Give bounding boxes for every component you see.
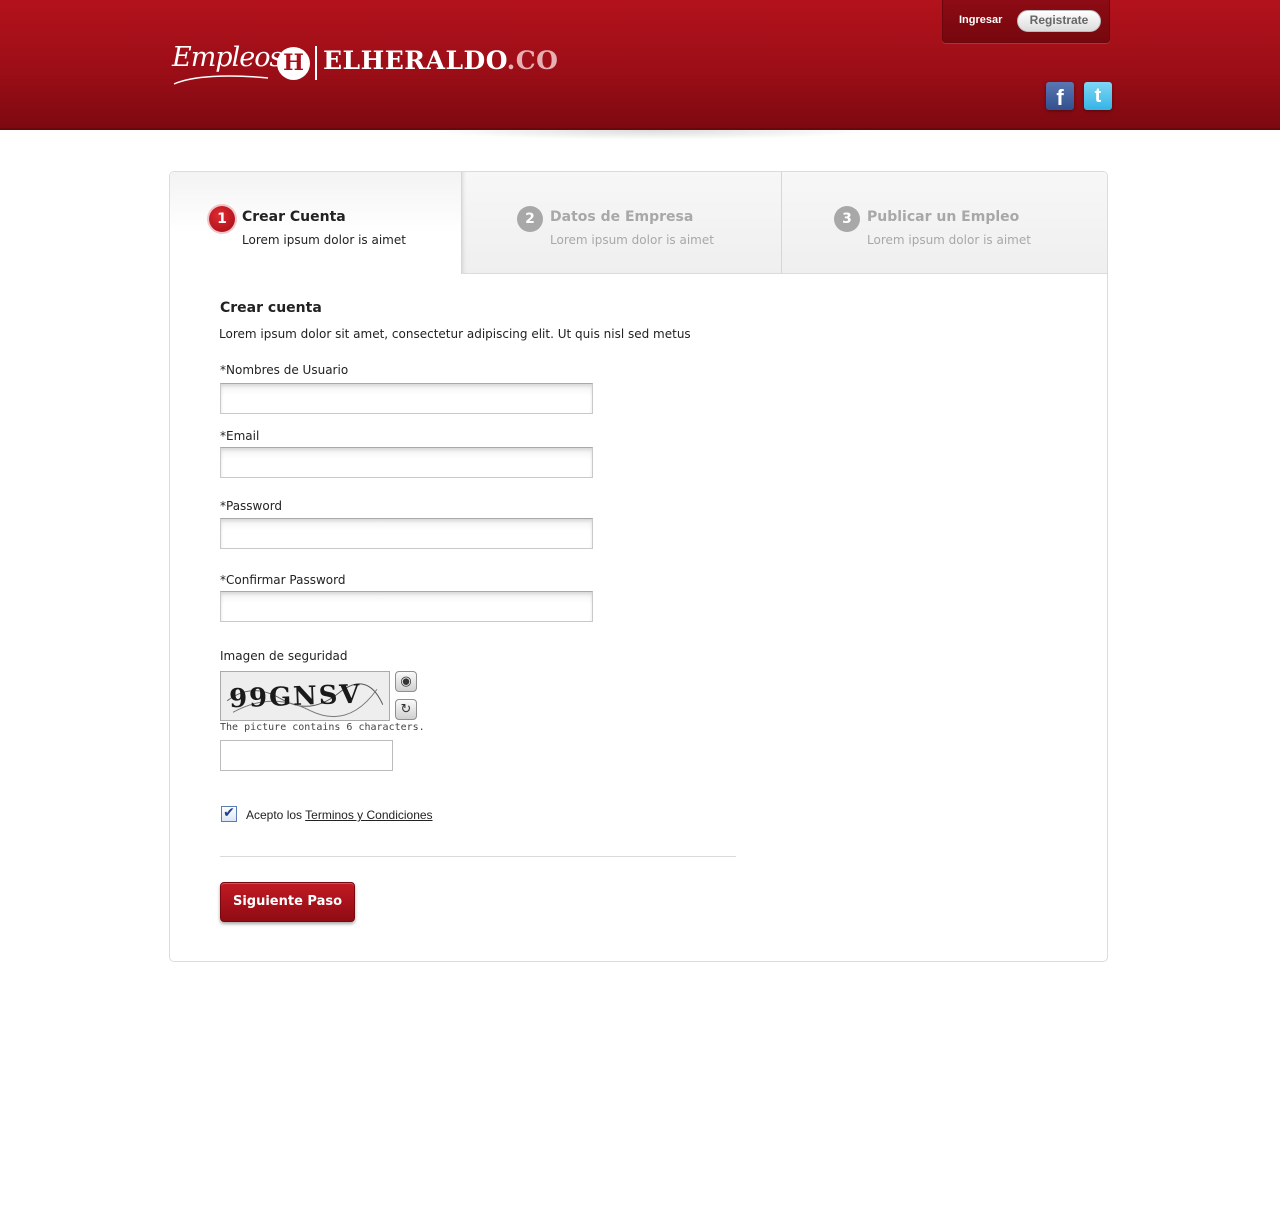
facebook-button[interactable]: f bbox=[1046, 82, 1074, 110]
step-number-badge: 2 bbox=[517, 206, 543, 232]
username-input[interactable] bbox=[220, 383, 593, 414]
username-label: *Nombres de Usuario bbox=[220, 363, 349, 377]
step-number-badge: 3 bbox=[834, 206, 860, 232]
logo-wordmark-tld: .CO bbox=[506, 46, 559, 75]
confirm-password-label: *Confirmar Password bbox=[220, 573, 346, 587]
terms-checkbox[interactable]: ✔ bbox=[221, 806, 237, 822]
captcha-refresh-button[interactable]: ↻ bbox=[395, 699, 417, 720]
logo-empleos-script: Empleos bbox=[172, 42, 283, 73]
step-description: Lorem ipsum dolor is aimet bbox=[550, 233, 714, 247]
password-input[interactable] bbox=[220, 518, 593, 549]
step-number-badge: 1 bbox=[209, 206, 235, 232]
checkmark-icon: ✔ bbox=[223, 805, 235, 821]
logo-separator bbox=[315, 46, 317, 80]
captcha-label: Imagen de seguridad bbox=[220, 649, 348, 663]
facebook-icon: f bbox=[1056, 85, 1064, 110]
confirm-password-input[interactable] bbox=[220, 591, 593, 622]
email-label: *Email bbox=[220, 429, 260, 443]
terms-prefix: Acepto los bbox=[246, 808, 303, 822]
terms-link[interactable]: Terminos y Condiciones bbox=[305, 808, 432, 822]
captcha-text: 99GNSV bbox=[229, 680, 362, 715]
form-intro: Lorem ipsum dolor sit amet, consectetur … bbox=[219, 327, 691, 341]
logo-wordmark-name: ELHERALDO bbox=[323, 46, 507, 75]
step-publicar-empleo[interactable]: 3 Publicar un Empleo Lorem ipsum dolor i… bbox=[781, 172, 1107, 274]
header-shadow bbox=[420, 130, 880, 140]
captcha-input[interactable] bbox=[220, 740, 393, 771]
speaker-icon: ◉ bbox=[400, 674, 412, 689]
twitter-button[interactable]: t bbox=[1084, 82, 1112, 110]
captcha-note: The picture contains 6 characters. bbox=[220, 722, 425, 733]
password-label: *Password bbox=[220, 499, 283, 513]
register-button[interactable]: Registrate bbox=[1017, 10, 1101, 32]
step-title: Publicar un Empleo bbox=[867, 209, 1020, 225]
account-box: Ingresar Registrate bbox=[942, 0, 1110, 43]
logo-swoosh bbox=[173, 75, 269, 85]
logo-h-mark: H bbox=[277, 47, 310, 80]
step-datos-empresa[interactable]: 2 Datos de Empresa Lorem ipsum dolor is … bbox=[461, 172, 781, 274]
step-title: Crear Cuenta bbox=[242, 209, 346, 225]
captcha-audio-button[interactable]: ◉ bbox=[395, 671, 417, 692]
email-input[interactable] bbox=[220, 447, 593, 478]
site-header: Empleos H ELHERALDO.CO Ingresar Registra… bbox=[0, 0, 1280, 130]
login-link[interactable]: Ingresar bbox=[959, 14, 1002, 26]
step-title: Datos de Empresa bbox=[550, 209, 694, 225]
step-description: Lorem ipsum dolor is aimet bbox=[242, 233, 406, 247]
form-title: Crear cuenta bbox=[220, 300, 322, 316]
step-description: Lorem ipsum dolor is aimet bbox=[867, 233, 1031, 247]
step-crear-cuenta[interactable]: 1 Crear Cuenta Lorem ipsum dolor is aime… bbox=[170, 172, 461, 274]
registration-card: 1 Crear Cuenta Lorem ipsum dolor is aime… bbox=[169, 171, 1108, 962]
captcha-image: 99GNSV bbox=[220, 671, 390, 721]
logo-wordmark: ELHERALDO.CO bbox=[323, 46, 558, 75]
refresh-icon: ↻ bbox=[400, 702, 412, 717]
wizard-steps: 1 Crear Cuenta Lorem ipsum dolor is aime… bbox=[170, 172, 1107, 274]
next-step-button[interactable]: Siguiente Paso bbox=[220, 882, 355, 922]
twitter-icon: t bbox=[1094, 85, 1102, 107]
form-divider bbox=[220, 856, 736, 857]
terms-text: Acepto los Terminos y Condiciones bbox=[246, 808, 433, 822]
